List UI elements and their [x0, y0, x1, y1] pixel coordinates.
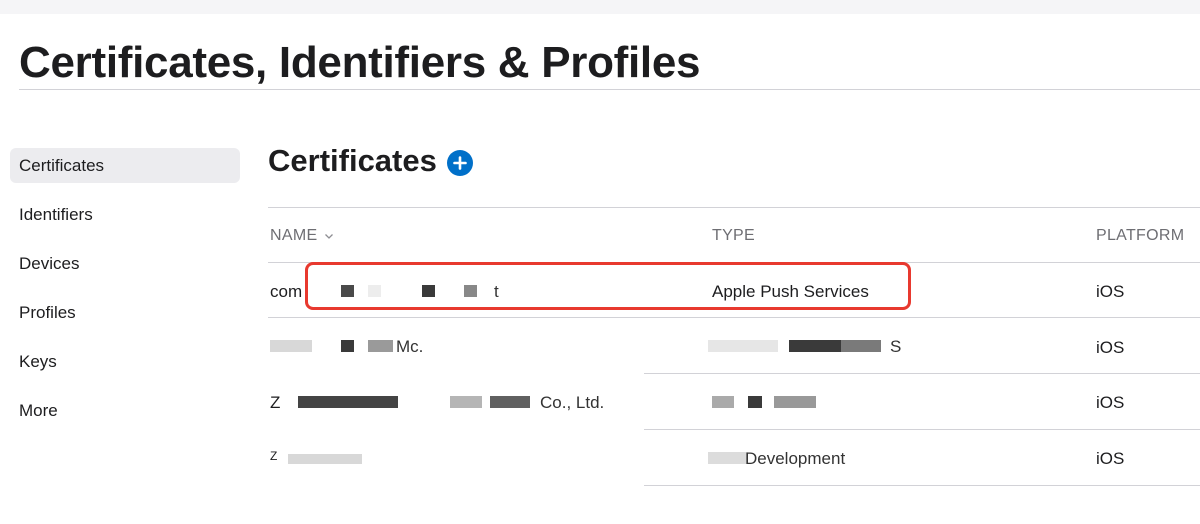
- name-fragment: Co., Ltd.: [540, 393, 605, 412]
- sidebar-item-more[interactable]: More: [10, 393, 240, 428]
- row-divider: [644, 485, 1200, 486]
- name-fragment: com: [270, 282, 303, 301]
- browser-top-strip: [0, 0, 1200, 14]
- sidebar-item-label: More: [19, 400, 58, 420]
- section-title: Certificates: [268, 143, 437, 178]
- certificate-platform: iOS: [1096, 282, 1125, 301]
- redaction-block: [708, 340, 778, 352]
- certificate-platform: iOS: [1096, 393, 1125, 412]
- redaction-block: [450, 396, 482, 408]
- sidebar-item-identifiers[interactable]: Identifiers: [10, 197, 240, 232]
- highlight-annotation: [305, 262, 911, 310]
- row-divider: [644, 429, 1200, 430]
- sidebar-item-label: Identifiers: [19, 204, 93, 224]
- plus-circle-icon: [453, 155, 467, 170]
- column-header-label: NAME: [270, 227, 318, 244]
- section-header: Certificates: [268, 143, 473, 179]
- sidebar: Certificates Identifiers Devices Profile…: [10, 148, 240, 442]
- redaction-block: [748, 396, 762, 408]
- sidebar-item-label: Devices: [19, 253, 80, 273]
- sidebar-item-certificates[interactable]: Certificates: [10, 148, 240, 183]
- row-divider: [644, 373, 1200, 374]
- certificate-platform: iOS: [1096, 338, 1125, 357]
- row-divider: [268, 317, 1200, 318]
- name-fragment: Z: [270, 393, 281, 412]
- sidebar-item-keys[interactable]: Keys: [10, 344, 240, 379]
- type-fragment: Development: [745, 449, 846, 468]
- sidebar-item-label: Keys: [19, 351, 57, 371]
- chevron-down-icon: [325, 234, 334, 239]
- sidebar-item-profiles[interactable]: Profiles: [10, 295, 240, 330]
- name-fragment: Z: [270, 449, 278, 463]
- table-top-divider: [268, 207, 1200, 208]
- name-fragment: Mc.: [396, 337, 424, 356]
- sidebar-item-label: Certificates: [19, 155, 105, 175]
- page-title: Certificates, Identifiers & Profiles: [19, 38, 701, 87]
- column-header-name[interactable]: NAME: [270, 227, 334, 245]
- redaction-block: [708, 452, 748, 464]
- column-header-type[interactable]: TYPE: [712, 227, 755, 245]
- redaction-block: [298, 396, 398, 408]
- redaction-block: [288, 454, 362, 464]
- redaction-block: [841, 340, 881, 352]
- redaction-block: [368, 340, 393, 352]
- title-divider: [19, 89, 1200, 90]
- sidebar-item-devices[interactable]: Devices: [10, 246, 240, 281]
- redaction-block: [774, 396, 816, 408]
- redaction-block: [341, 340, 354, 352]
- redaction-block: [789, 340, 841, 352]
- certificate-platform: iOS: [1096, 449, 1125, 468]
- redaction-block: [270, 340, 312, 352]
- column-header-platform[interactable]: PLATFORM: [1096, 227, 1184, 245]
- redaction-block: [490, 396, 530, 408]
- add-certificate-button[interactable]: [446, 149, 473, 176]
- sidebar-item-label: Profiles: [19, 302, 76, 322]
- redaction-block: [712, 396, 734, 408]
- certificate-name: com: [270, 282, 302, 302]
- type-fragment: S: [890, 337, 902, 356]
